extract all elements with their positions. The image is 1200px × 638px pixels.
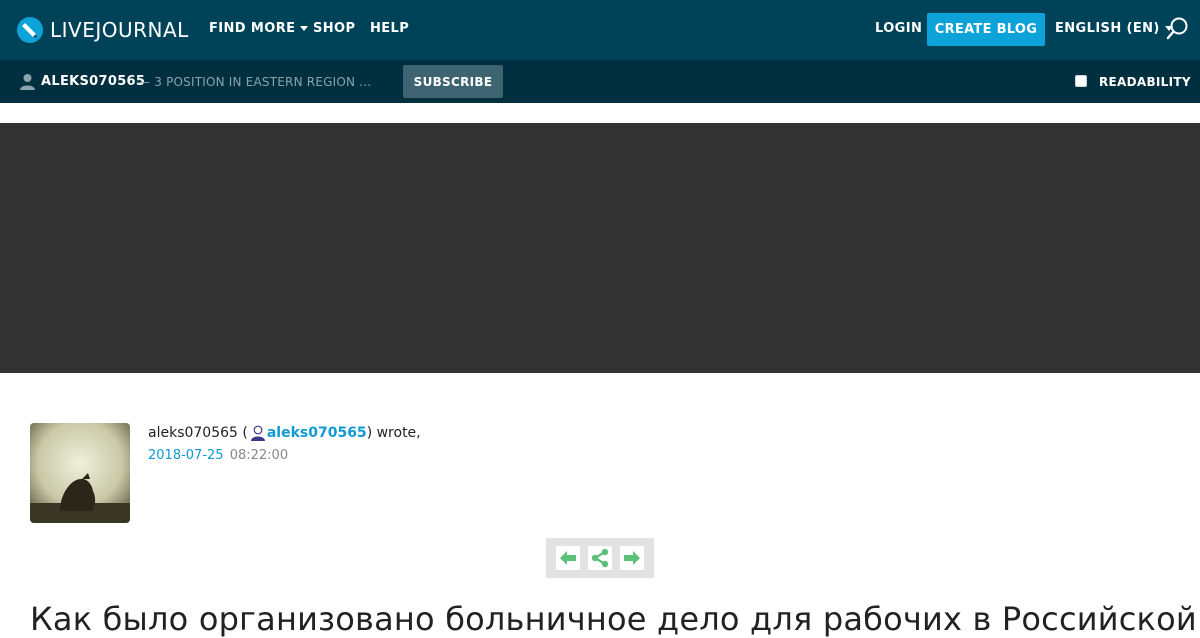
user-icon[interactable] — [250, 425, 266, 441]
next-entry-button[interactable] — [620, 546, 644, 570]
user-icon — [20, 74, 35, 90]
post-byline: aleks070565 ( aleks070565 ) wrote, — [148, 425, 421, 441]
journal-username[interactable]: ALEKS070565 — [41, 74, 145, 89]
hedgehog-in-fog-image — [30, 423, 130, 523]
nav-shop[interactable]: SHOP — [313, 21, 355, 36]
language-selector[interactable]: ENGLISH (EN) — [1055, 21, 1173, 36]
previous-entry-button[interactable] — [556, 546, 580, 570]
author-name: aleks070565 ( — [148, 425, 248, 441]
post-date-link[interactable]: 2018-07-25 — [148, 448, 224, 463]
search-icon[interactable] — [1166, 16, 1190, 42]
arrow-right-icon — [624, 551, 640, 565]
nav-find-more[interactable]: FIND MORE — [209, 21, 309, 36]
post-datetime: 2018-07-25 08:22:00 — [148, 448, 288, 463]
header-banner — [0, 123, 1200, 373]
avatar[interactable] — [30, 423, 130, 523]
share-icon — [591, 548, 609, 568]
post-time: 08:22:00 — [229, 448, 289, 463]
share-button[interactable] — [588, 546, 612, 570]
nav-help[interactable]: HELP — [370, 21, 409, 36]
create-blog-button[interactable]: CREATE BLOG — [927, 13, 1045, 46]
logo-text: LIVEJOURNAL — [50, 17, 189, 42]
readability-checkbox[interactable] — [1075, 75, 1087, 87]
language-label: ENGLISH (EN) — [1055, 21, 1160, 36]
wrote-suffix: ) wrote, — [366, 425, 421, 441]
post-title: Как было организовано больничное дело дл… — [30, 600, 1197, 638]
login-link[interactable]: LOGIN — [875, 21, 922, 36]
logo[interactable]: LIVEJOURNAL — [16, 15, 189, 44]
livejournal-logo-icon — [17, 17, 43, 43]
arrow-left-icon — [560, 551, 576, 565]
nav-find-more-label: FIND MORE — [209, 21, 296, 36]
readability-label[interactable]: READABILITY — [1099, 75, 1191, 89]
author-user-link[interactable]: aleks070565 — [267, 425, 367, 441]
chevron-down-icon — [300, 26, 309, 31]
journal-title: — 3 POSITION IN EASTERN REGION ... — [138, 75, 372, 89]
subscribe-button[interactable]: SUBSCRIBE — [403, 65, 503, 98]
